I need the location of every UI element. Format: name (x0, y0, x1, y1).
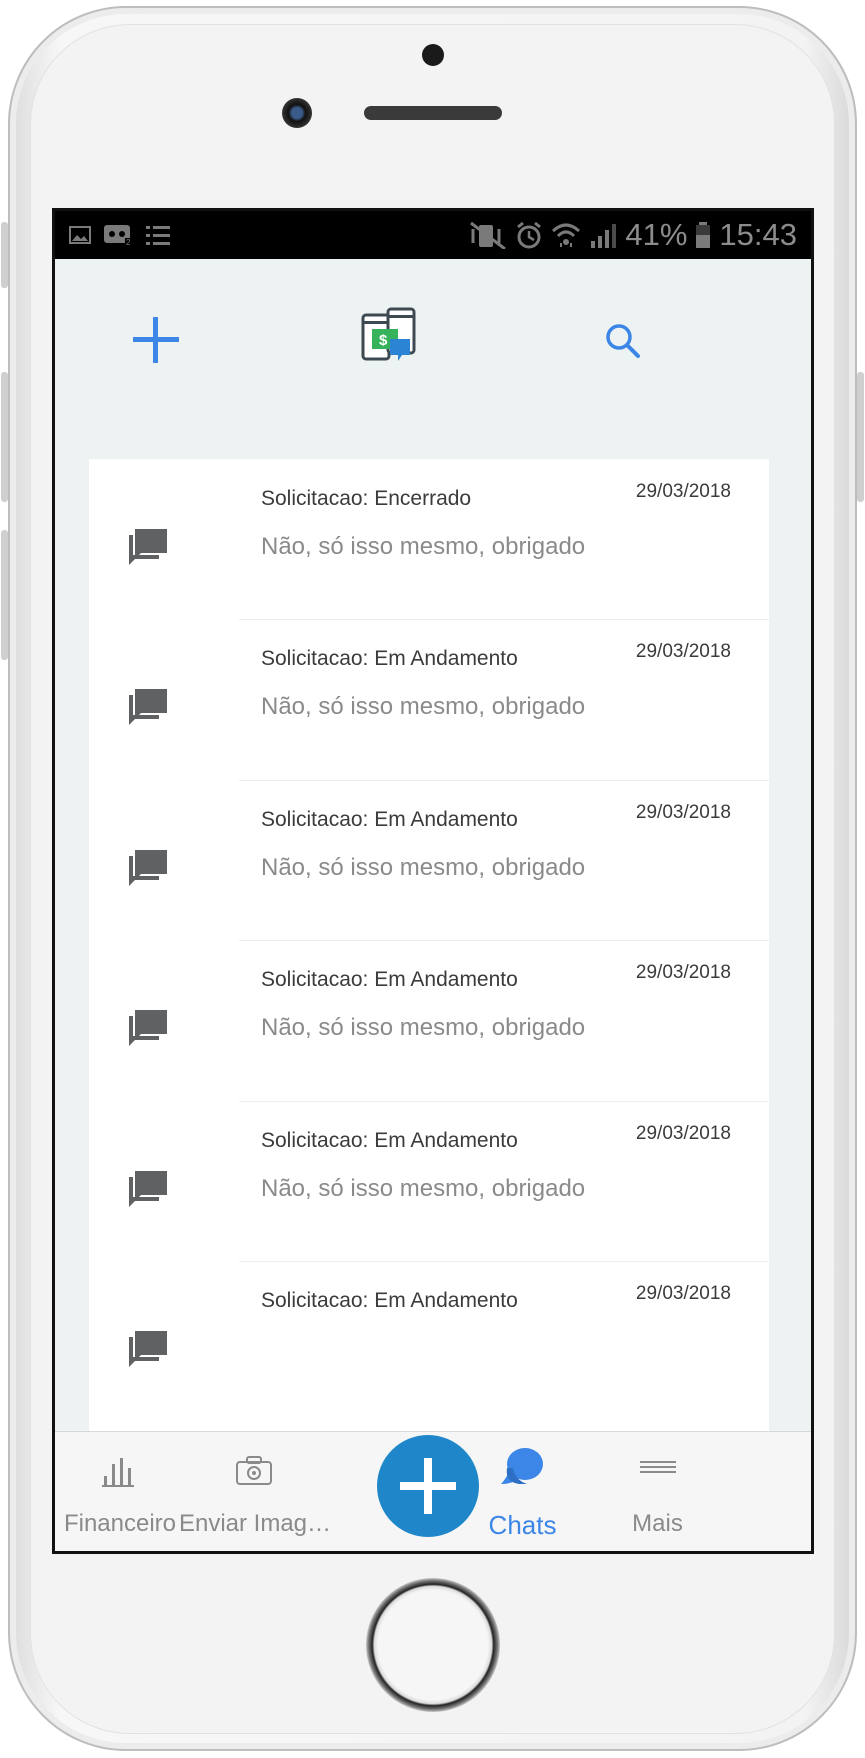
menu-icon (640, 1461, 676, 1473)
proximity-sensor (422, 44, 444, 66)
chat-list-item[interactable]: Solicitacao: Em Andamento 29/03/2018 Não… (89, 940, 769, 1120)
nav-chats-label: Chats (488, 1510, 557, 1540)
row-divider (239, 619, 769, 620)
phone-screen: 2 41% 15:43 $ Solicitacao: Encerrado 29/… (52, 208, 814, 1554)
power-button (857, 372, 864, 502)
battery-icon (696, 222, 711, 248)
plus-icon[interactable] (133, 317, 179, 363)
chat-icon (129, 689, 167, 725)
row-divider (239, 1101, 769, 1102)
alarm-icon (517, 221, 542, 249)
chat-icon (129, 1331, 167, 1367)
volume-down-button (1, 530, 8, 660)
front-camera (282, 98, 312, 128)
chat-date: 29/03/2018 (635, 1123, 731, 1144)
system-status: 41% 15:43 (469, 211, 797, 259)
nav-enviar-imagem[interactable]: Enviar Imag… (179, 1432, 331, 1551)
voicemail-notification-icon: 2 (104, 225, 133, 246)
nav-enviar-imagem-label: Enviar Imag… (178, 1510, 332, 1537)
camera-icon (236, 1456, 272, 1485)
chat-date: 29/03/2018 (635, 1283, 731, 1304)
nav-financeiro[interactable]: Financeiro (55, 1432, 185, 1551)
chat-bubbles-icon (501, 1448, 543, 1484)
chat-status: Solicitacao: Em Andamento (261, 1129, 518, 1152)
app-logo-icon: $ (361, 307, 416, 361)
earpiece-speaker (364, 106, 502, 120)
nav-mais-label: Mais (632, 1510, 683, 1537)
bar-chart-icon (102, 1458, 134, 1487)
chat-list-item[interactable]: Solicitacao: Em Andamento 29/03/2018 Não… (89, 1101, 769, 1281)
battery-percentage: 41% (625, 217, 688, 252)
chat-last-message: Não, só isso mesmo, obrigado (261, 533, 586, 560)
vibrate-mute-icon (470, 221, 507, 249)
chat-last-message: Não, só isso mesmo, obrigado (261, 1014, 586, 1041)
signal-icon (591, 224, 617, 248)
chat-status: Solicitacao: Em Andamento (261, 1289, 518, 1312)
chat-last-message: Não, só isso mesmo, obrigado (261, 693, 586, 720)
chat-list-item[interactable]: Solicitacao: Em Andamento 29/03/2018 Não… (89, 619, 769, 799)
chat-last-message: Não, só isso mesmo, obrigado (261, 854, 586, 881)
home-button[interactable] (366, 1578, 500, 1712)
row-divider (239, 940, 769, 941)
list-notification-icon (146, 226, 170, 245)
chat-date: 29/03/2018 (635, 641, 731, 662)
chat-last-message: Não, só isso mesmo, obrigado (261, 1175, 586, 1202)
notification-icons: 2 (69, 211, 171, 259)
svg-text:2: 2 (126, 238, 131, 246)
chat-list: Solicitacao: Encerrado 29/03/2018 Não, s… (89, 459, 769, 1439)
chat-list-item[interactable]: Solicitacao: Em Andamento 29/03/2018 (89, 1261, 769, 1439)
search-icon[interactable] (605, 323, 641, 359)
nav-mais[interactable]: Mais (590, 1432, 725, 1551)
chat-list-item[interactable]: Solicitacao: Encerrado 29/03/2018 Não, s… (89, 459, 769, 639)
chat-list-item[interactable]: Solicitacao: Em Andamento 29/03/2018 Não… (89, 780, 769, 960)
chat-date: 29/03/2018 (635, 481, 731, 502)
chat-icon (129, 529, 167, 565)
volume-up-button (1, 372, 8, 502)
nav-chats[interactable]: Chats (455, 1432, 590, 1551)
clock-time: 15:43 (719, 217, 797, 252)
app-header: $ (55, 259, 811, 399)
chat-icon (129, 1010, 167, 1046)
wifi-icon (552, 223, 581, 247)
svg-text:$: $ (379, 332, 388, 349)
chat-date: 29/03/2018 (635, 962, 731, 983)
chat-status: Solicitacao: Encerrado (261, 487, 472, 510)
row-divider (239, 780, 769, 781)
chat-status: Solicitacao: Em Andamento (261, 647, 518, 670)
chat-icon (129, 1171, 167, 1207)
plus-icon (400, 1458, 456, 1514)
image-notification-icon (69, 226, 91, 244)
status-bar: 2 41% 15:43 (55, 211, 811, 259)
row-divider (239, 1261, 769, 1262)
chat-icon (129, 850, 167, 886)
nav-financeiro-label: Financeiro (63, 1510, 177, 1537)
chat-date: 29/03/2018 (635, 802, 731, 823)
mute-switch (1, 222, 8, 288)
chat-status: Solicitacao: Em Andamento (261, 808, 518, 831)
chat-status: Solicitacao: Em Andamento (261, 968, 518, 991)
bottom-navigation: Financeiro Enviar Imag… Chats Mais (55, 1431, 811, 1551)
